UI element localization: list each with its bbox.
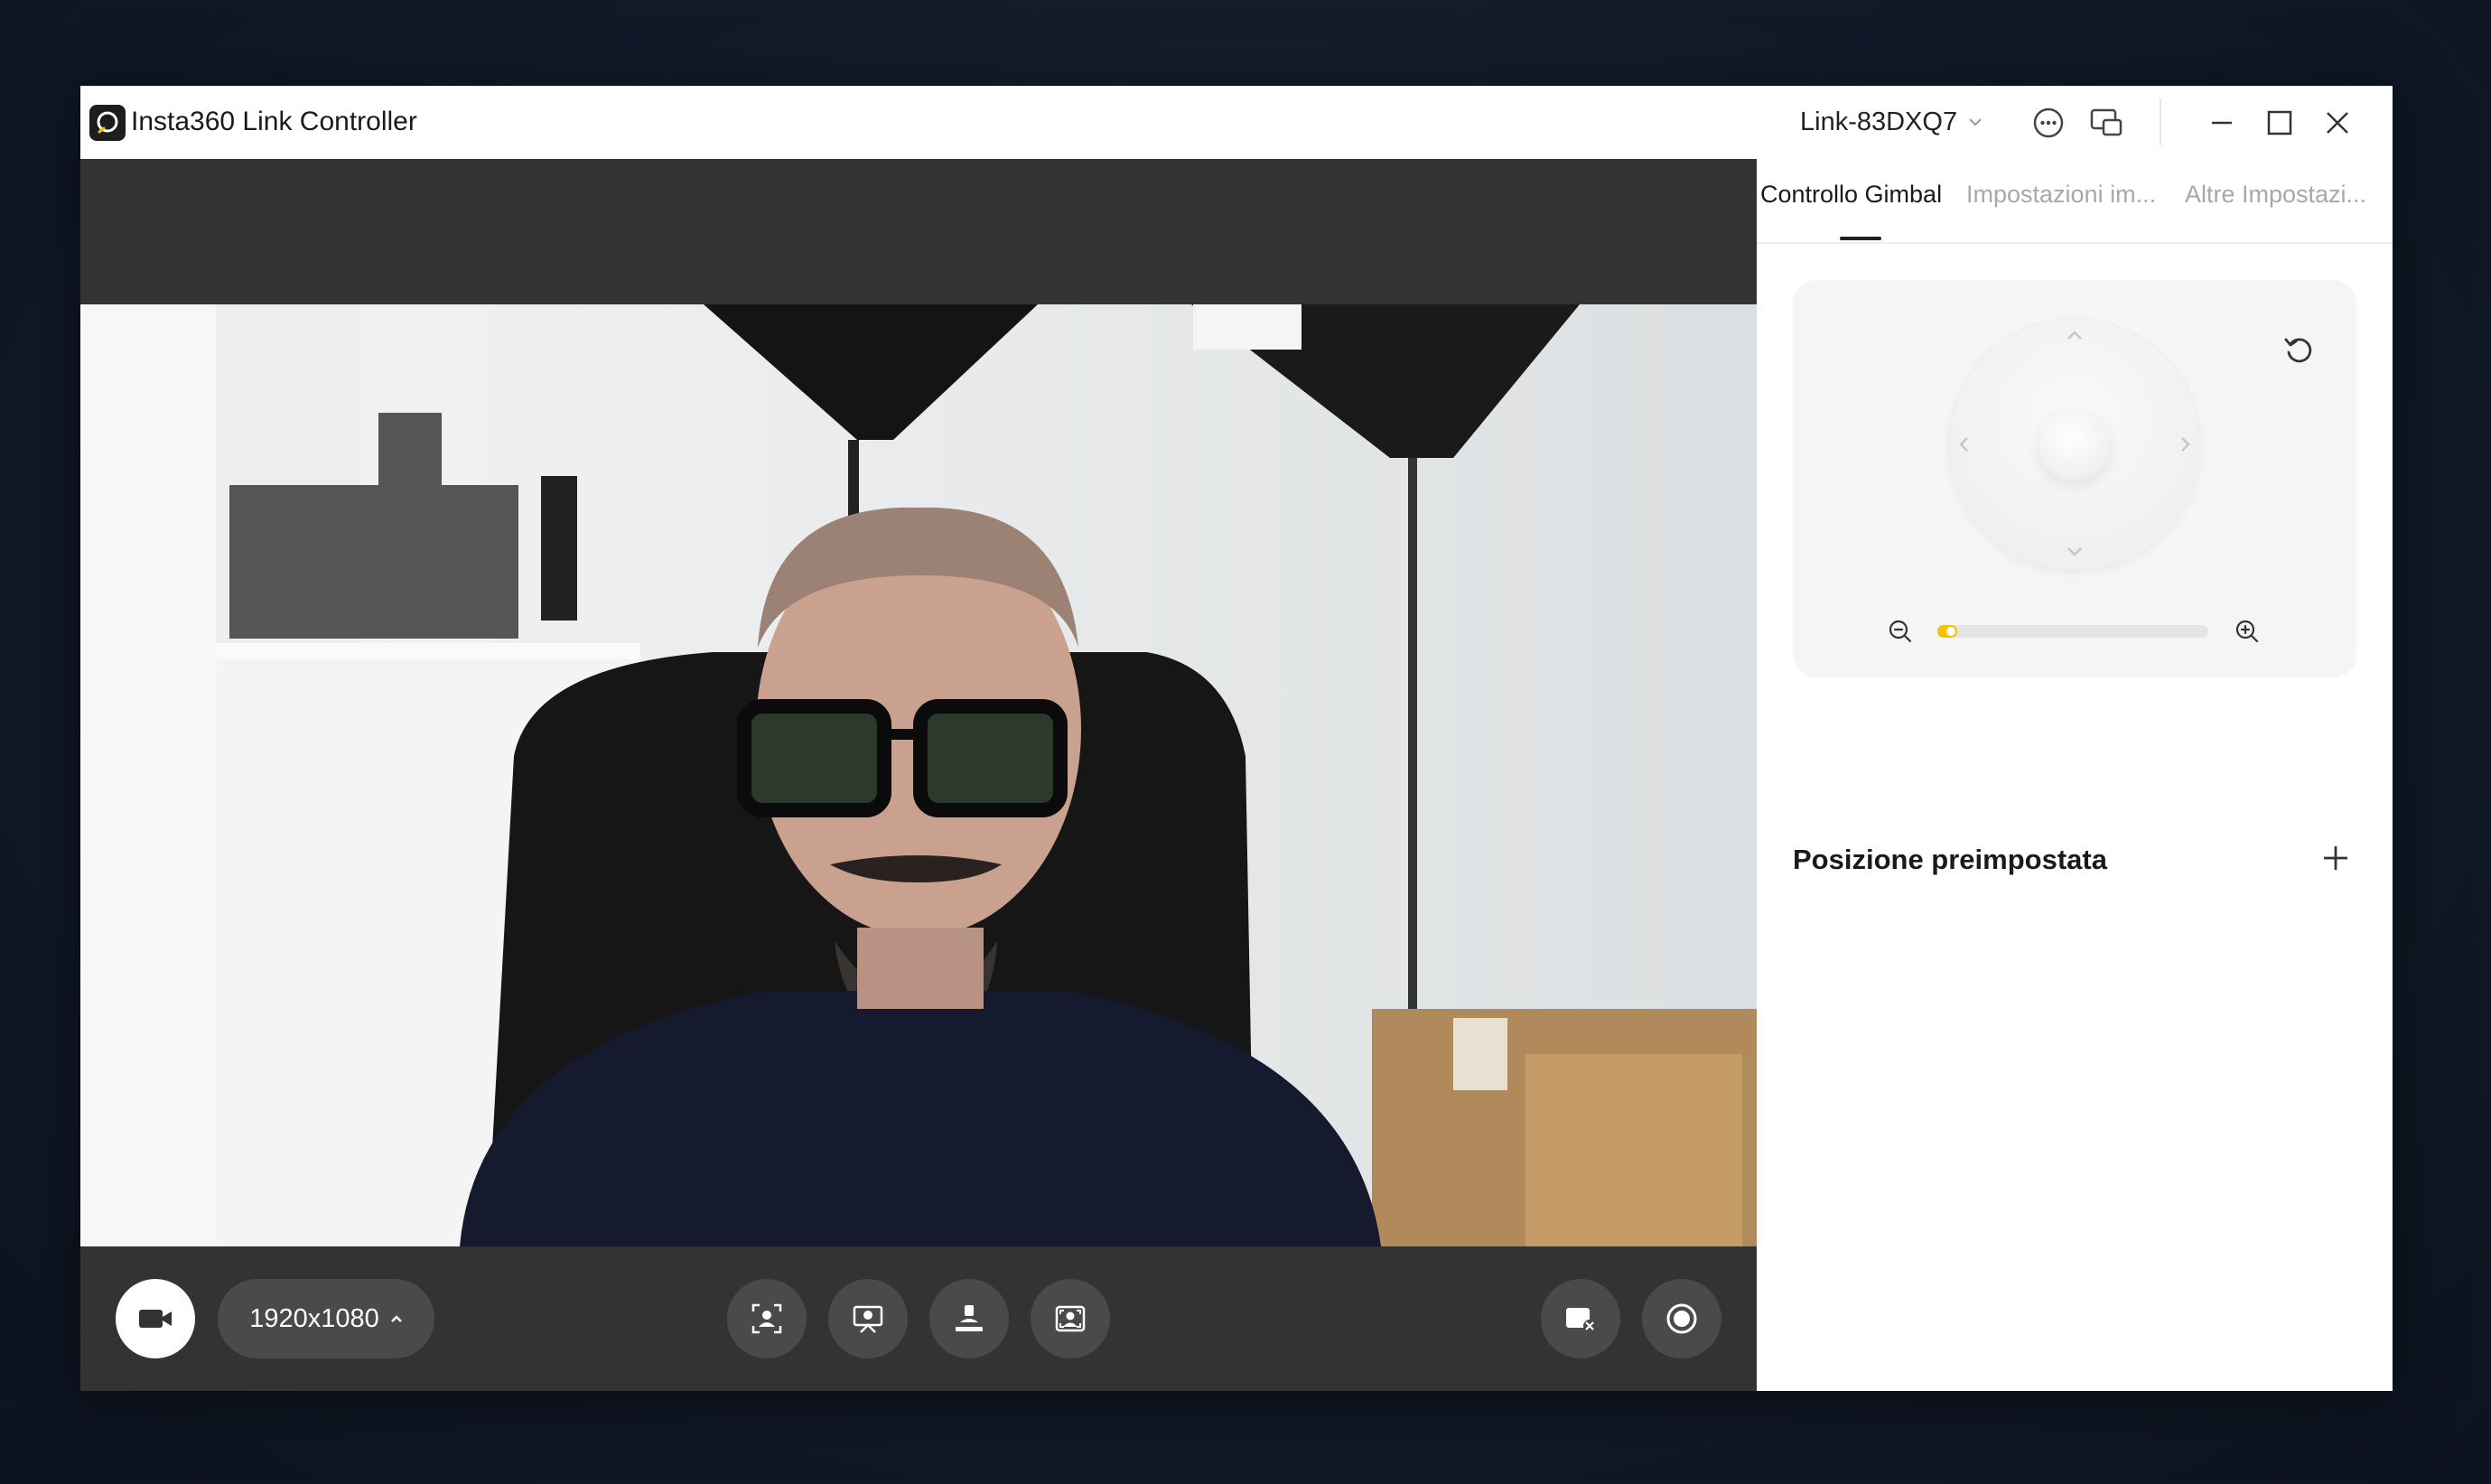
chevron-down-icon [1969, 118, 1982, 126]
app-logo-icon [89, 105, 126, 141]
arrow-right-icon[interactable] [2179, 435, 2192, 453]
tab-other-settings[interactable]: Altre Impostazi... [2185, 181, 2366, 209]
gimbal-joystick[interactable] [1948, 318, 2201, 571]
preset-position-title: Posizione preimpostata [1793, 844, 2107, 875]
desk-view-icon [956, 1305, 983, 1331]
tab-gimbal-control[interactable]: Controllo Gimbal [1760, 181, 1942, 209]
arrow-down-icon[interactable] [2066, 546, 2084, 558]
framing-mode-button[interactable] [1031, 1279, 1110, 1358]
video-camera-icon [139, 1310, 172, 1328]
whiteboard-icon [853, 1305, 883, 1333]
reset-gimbal-icon[interactable] [2281, 332, 2317, 369]
arrow-up-icon[interactable] [2066, 329, 2084, 341]
panel-tabs: Controllo Gimbal Impostazioni im... Altr… [1757, 159, 2393, 244]
device-name: Link-83DXQ7 [1800, 107, 1958, 136]
camera-preview [80, 304, 1757, 1246]
record-button[interactable] [1642, 1279, 1721, 1358]
whiteboard-mode-button[interactable] [828, 1279, 908, 1358]
video-camera-button[interactable] [116, 1279, 195, 1358]
side-panel: Controllo Gimbal Impostazioni im... Altr… [1757, 159, 2393, 1391]
framing-icon [1055, 1305, 1086, 1332]
resolution-selector[interactable]: 1920x1080 [218, 1279, 434, 1358]
tracking-icon [751, 1303, 782, 1334]
app-title: Insta360 Link Controller [131, 107, 417, 136]
joystick-knob[interactable] [2039, 408, 2111, 481]
maximize-icon[interactable] [2261, 104, 2299, 142]
plus-icon [2324, 846, 2347, 870]
title-bar: Insta360 Link Controller Link-83DXQ7 [80, 86, 2393, 159]
zoom-out-icon[interactable] [1887, 618, 1914, 645]
chevron-up-icon [390, 1315, 402, 1322]
zoom-slider-thumb[interactable] [1946, 627, 1955, 636]
desk-view-button[interactable] [929, 1279, 1009, 1358]
multi-window-icon[interactable] [2087, 104, 2125, 142]
camera-area: 1920x1080 [80, 159, 1757, 1391]
arrow-left-icon[interactable] [1957, 435, 1970, 453]
minimize-icon[interactable] [2203, 104, 2241, 142]
zoom-in-icon[interactable] [2234, 618, 2261, 645]
active-tab-indicator [1840, 237, 1881, 240]
record-icon [1666, 1303, 1697, 1334]
device-selector[interactable]: Link-83DXQ7 [1800, 102, 1983, 142]
add-preset-button[interactable] [2316, 838, 2356, 878]
virtual-camera-button[interactable] [1541, 1279, 1620, 1358]
gimbal-control-card [1793, 280, 2356, 677]
zoom-slider[interactable] [1937, 625, 2208, 638]
titlebar-divider [2160, 98, 2161, 145]
close-icon[interactable] [2318, 104, 2356, 142]
virtual-camera-icon [1566, 1308, 1596, 1332]
resolution-label: 1920x1080 [249, 1303, 379, 1333]
app-window: Insta360 Link Controller Link-83DXQ7 192… [80, 86, 2393, 1391]
camera-toolbar: 1920x1080 [80, 1246, 1757, 1391]
more-options-icon[interactable] [2029, 104, 2067, 142]
ai-tracking-button[interactable] [727, 1279, 807, 1358]
tab-image-settings[interactable]: Impostazioni im... [1966, 181, 2156, 209]
